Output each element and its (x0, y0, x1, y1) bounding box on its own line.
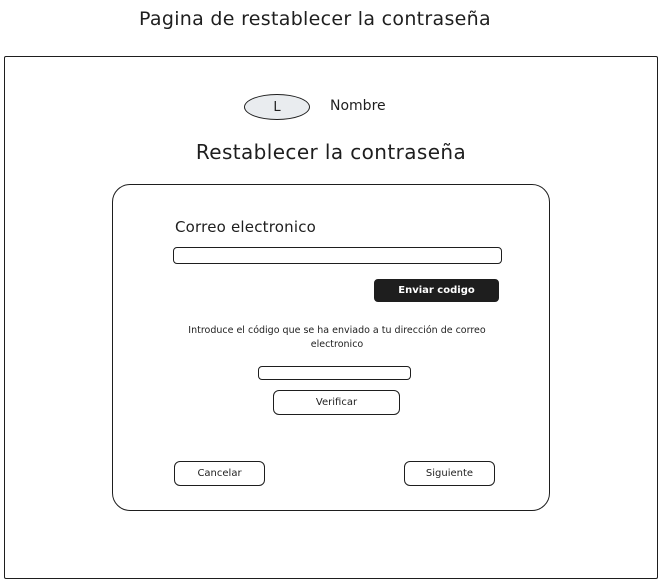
send-code-button[interactable]: Enviar codigo (374, 279, 499, 302)
app-name: Nombre (330, 98, 386, 114)
verify-button[interactable]: Verificar (273, 390, 400, 415)
page-title: Restablecer la contraseña (195, 140, 467, 164)
email-label: Correo electronico (175, 218, 317, 236)
code-instructions: Introduce el código que se ha enviado a … (188, 325, 486, 350)
logo: L (244, 94, 310, 120)
next-button[interactable]: Siguiente (404, 461, 495, 486)
page-heading: Pagina de restablecer la contraseña (139, 8, 491, 30)
cancel-button[interactable]: Cancelar (174, 461, 265, 486)
email-field[interactable] (173, 247, 502, 264)
logo-letter: L (273, 99, 281, 115)
verification-code-field[interactable] (258, 366, 411, 380)
